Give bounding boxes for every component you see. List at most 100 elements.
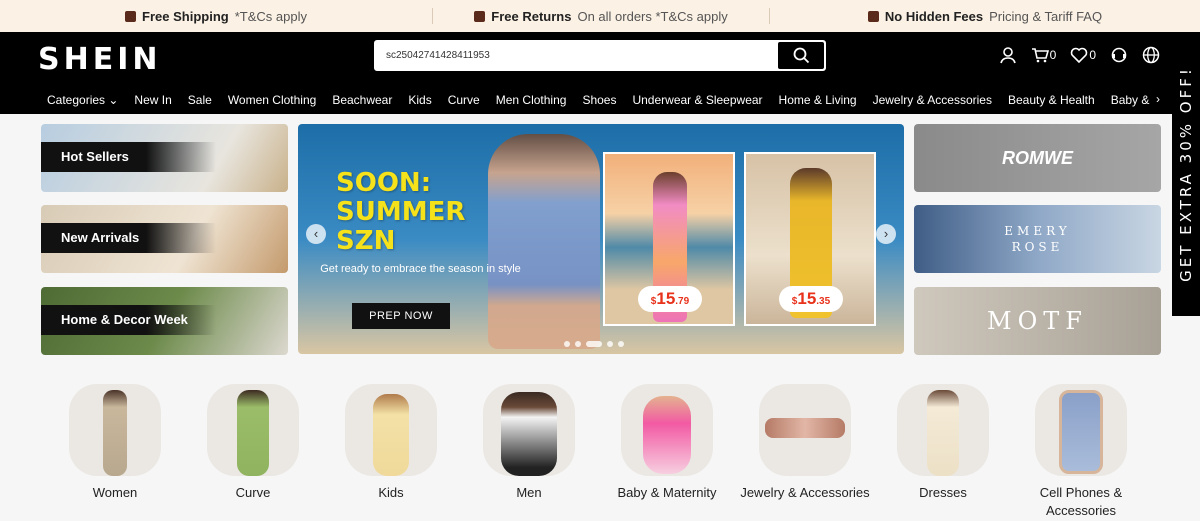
category-image xyxy=(69,384,161,476)
price-main: 15 xyxy=(797,289,817,308)
account-button[interactable] xyxy=(999,46,1017,64)
nav-item[interactable]: Shoes xyxy=(574,93,624,107)
carousel-dot[interactable] xyxy=(607,341,613,347)
category-image xyxy=(345,384,437,476)
heart-icon xyxy=(1071,47,1088,64)
category-label: Kids xyxy=(378,485,404,500)
truck-icon xyxy=(125,10,137,22)
category-kids[interactable]: Kids xyxy=(326,384,456,502)
category-image xyxy=(483,384,575,476)
header-icons: 0 0 xyxy=(999,46,1160,64)
side-promo-label: GET EXTRA 30% OFF! xyxy=(1177,66,1195,282)
language-button[interactable] xyxy=(1142,46,1160,64)
nav-item[interactable]: Curve xyxy=(440,93,488,107)
romwe-tile[interactable]: ROMWE xyxy=(914,124,1161,192)
price-tag: $15.79 xyxy=(638,286,702,312)
tile-label: New Arrivals xyxy=(41,223,216,253)
model-figure xyxy=(488,134,600,349)
nav-item-categories[interactable]: Categories ⌄ xyxy=(0,93,126,107)
return-box-icon xyxy=(474,10,486,22)
user-icon xyxy=(999,47,1016,64)
brand-logo: ROMWE xyxy=(1002,148,1073,168)
shein-logo[interactable]: SHEIN xyxy=(38,42,161,77)
nav-item[interactable]: Baby & xyxy=(1103,93,1158,107)
product-card[interactable]: $15.35 xyxy=(744,152,876,326)
category-cell-phones-accessories[interactable]: Cell Phones & Accessories xyxy=(1016,384,1146,520)
cart-count: 0 xyxy=(1049,48,1057,62)
carousel-dot[interactable] xyxy=(618,341,624,347)
hero-banner[interactable]: SOON: SUMMER SZN Get ready to embrace th… xyxy=(298,124,904,354)
new-arrivals-tile[interactable]: New Arrivals xyxy=(41,205,288,273)
brand-logo: MOTF xyxy=(987,307,1088,335)
nav-item[interactable]: Underwear & Sleepwear xyxy=(624,93,770,107)
support-button[interactable] xyxy=(1110,46,1128,64)
nav-item[interactable]: Men Clothing xyxy=(488,93,575,107)
promo-sub: *T&Cs apply xyxy=(234,8,307,24)
promo-no-hidden-fees[interactable]: No Hidden Fees Pricing & Tariff FAQ xyxy=(770,0,1200,32)
nav-item[interactable]: New In xyxy=(126,93,179,107)
document-icon xyxy=(867,10,879,22)
hero-title-line: SOON: xyxy=(336,168,432,198)
category-curve[interactable]: Curve xyxy=(188,384,318,502)
search-button[interactable] xyxy=(778,42,824,69)
nav-item[interactable]: Sale xyxy=(180,93,220,107)
carousel-prev-button[interactable]: ‹ xyxy=(306,224,326,244)
price-main: 15 xyxy=(656,289,676,308)
cart-button[interactable]: 0 xyxy=(1031,46,1057,64)
search-bar xyxy=(374,40,826,71)
category-image xyxy=(621,384,713,476)
motf-tile[interactable]: MOTF xyxy=(914,287,1161,355)
category-dresses[interactable]: Dresses xyxy=(878,384,1008,502)
category-label: Men xyxy=(516,485,542,500)
nav-item[interactable]: Beachwear xyxy=(324,93,400,107)
category-men[interactable]: Men xyxy=(464,384,594,502)
nav-item[interactable]: Kids xyxy=(400,93,439,107)
carousel-dot-active[interactable] xyxy=(586,341,602,347)
category-label: Curve xyxy=(235,485,271,500)
hot-sellers-tile[interactable]: Hot Sellers xyxy=(41,124,288,192)
hero-title-line: SZN xyxy=(336,226,396,256)
promo-title: Free Returns xyxy=(491,8,572,24)
nav-item[interactable]: Women Clothing xyxy=(220,93,325,107)
prep-now-button[interactable]: PREP NOW xyxy=(352,303,450,329)
category-label: Jewelry & Accessories xyxy=(740,485,870,500)
globe-icon xyxy=(1142,46,1160,64)
promo-title: Free Shipping xyxy=(142,8,229,24)
promo-bar: Free Shipping *T&Cs apply Free Returns O… xyxy=(0,0,1200,32)
carousel-next-button[interactable]: › xyxy=(876,224,896,244)
category-image xyxy=(207,384,299,476)
nav-item[interactable]: Home & Living xyxy=(771,93,865,107)
search-input[interactable] xyxy=(386,42,776,69)
category-image xyxy=(1035,384,1127,476)
emery-rose-tile[interactable]: EMERY ROSE xyxy=(914,205,1161,273)
chevron-down-icon: ⌄ xyxy=(105,93,119,107)
category-women[interactable]: Women xyxy=(50,384,180,502)
brand-logo: EMERY ROSE xyxy=(1004,224,1071,254)
side-promo-tab[interactable]: GET EXTRA 30% OFF! xyxy=(1172,32,1200,316)
wishlist-count: 0 xyxy=(1089,48,1096,62)
carousel-dot[interactable] xyxy=(564,341,570,347)
chevron-right-icon[interactable]: › xyxy=(1156,92,1160,106)
carousel-dot[interactable] xyxy=(575,341,581,347)
promo-sub: On all orders *T&Cs apply xyxy=(577,8,728,24)
headset-icon xyxy=(1111,47,1127,63)
wishlist-button[interactable]: 0 xyxy=(1070,46,1096,64)
nav-item[interactable]: Jewelry & Accessories xyxy=(865,93,1000,107)
price-cents: .35 xyxy=(816,296,831,307)
carousel-dots xyxy=(564,341,624,347)
hero-subtitle: Get ready to embrace the season in style xyxy=(320,263,521,275)
promo-free-shipping[interactable]: Free Shipping *T&Cs apply xyxy=(0,0,432,32)
nav-item[interactable]: Beauty & Health xyxy=(1000,93,1103,107)
promo-sub: Pricing & Tariff FAQ xyxy=(989,8,1103,24)
category-label: Dresses xyxy=(919,485,967,500)
category-baby-maternity[interactable]: Baby & Maternity xyxy=(602,384,732,502)
product-card[interactable]: $15.79 xyxy=(603,152,735,326)
tile-label: Hot Sellers xyxy=(41,142,216,172)
promo-free-returns[interactable]: Free Returns On all orders *T&Cs apply xyxy=(433,0,769,32)
category-jewelry-accessories[interactable]: Jewelry & Accessories xyxy=(740,384,870,502)
nav-label: Categories xyxy=(47,93,106,107)
category-label: Women xyxy=(92,485,138,500)
hero-title: SOON: SUMMER SZN xyxy=(336,169,465,256)
category-label: Cell Phones & Accessories xyxy=(1039,485,1123,518)
home-decor-week-tile[interactable]: Home & Decor Week xyxy=(41,287,288,355)
